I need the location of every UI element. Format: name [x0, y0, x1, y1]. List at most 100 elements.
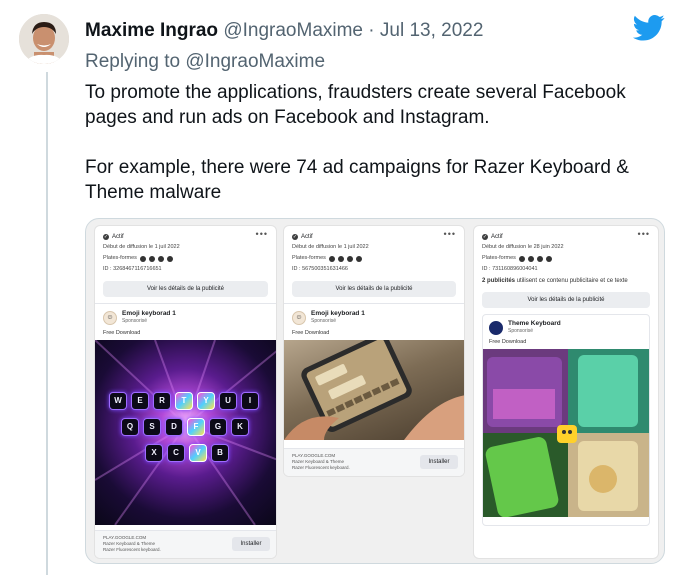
ad-id: ID : 567500351631466 [292, 266, 348, 272]
ad-card-1: ✓ Actif ••• Début de diffusion le 1 juil… [94, 225, 277, 559]
more-options-icon[interactable]: ••• [638, 229, 650, 239]
ad-footer: PLAY.GOOGLE.COM Razer Keyboard & Theme R… [95, 530, 276, 558]
twitter-bird-icon[interactable] [633, 14, 665, 42]
platforms-label: Plates-formes [103, 255, 137, 261]
page-name[interactable]: Emoji keyborad 1 [311, 310, 365, 318]
messenger-icon [166, 255, 173, 262]
active-check-icon: ✓ [103, 234, 109, 240]
facebook-icon [139, 255, 146, 262]
facebook-icon [518, 255, 525, 262]
audience-network-icon [157, 255, 164, 262]
keyboard-key-c: C [167, 444, 185, 462]
page-avatar-logo-icon [489, 320, 503, 335]
keyboard-key-b: B [211, 444, 229, 462]
keyboard-key-u: U [219, 392, 237, 410]
ad-card-3: ✓ Actif ••• Début de diffusion le 28 jui… [473, 225, 659, 559]
ad-preview: Theme Keyboard Sponsorisé Free Download [482, 314, 650, 526]
active-check-icon: ✓ [292, 234, 298, 240]
tweet-header: Maxime Ingrao @IngraoMaxime · Jul 13, 20… [85, 20, 483, 42]
ad-status: ✓ Actif [292, 232, 456, 242]
instagram-icon [527, 255, 534, 262]
reply-handle-link[interactable]: @IngraoMaxime [185, 51, 325, 72]
audience-network-icon [536, 255, 543, 262]
keyboard-key-d: D [165, 418, 183, 436]
ad-description: Free Download [292, 330, 330, 336]
ad-start-date: Début de diffusion le 1 juil 2022 [292, 244, 369, 250]
tweet-paragraph-2: For example, there were 74 ad campaigns … [85, 157, 629, 203]
facebook-icon [328, 255, 335, 262]
ad-description: Free Download [103, 330, 141, 336]
ad-status-label: Actif [112, 234, 124, 240]
ad-reuse-text: utilisent ce contenu publicitaire et ce … [516, 278, 628, 284]
ad-status-label: Actif [491, 234, 503, 240]
sponsored-label: Sponsorisé [311, 318, 337, 324]
ad-card-2: ✓ Actif ••• Début de diffusion le 1 juil… [283, 225, 465, 477]
ad-details-button[interactable]: Voir les détails de la publicité [292, 281, 456, 297]
keyboard-key-y: Y [197, 392, 215, 410]
more-options-icon[interactable]: ••• [444, 229, 456, 239]
sponsored-label: Sponsorisé [122, 318, 148, 324]
keyboard-key-i: I [241, 392, 259, 410]
keyboard-key-k: K [231, 418, 249, 436]
more-options-icon[interactable]: ••• [256, 229, 268, 239]
author-avatar[interactable] [19, 14, 69, 64]
ad-details-button[interactable]: Voir les détails de la publicité [482, 292, 650, 308]
ad-start-date: Début de diffusion le 1 juil 2022 [103, 244, 180, 250]
author-name[interactable]: Maxime Ingrao [85, 20, 218, 41]
reply-context: Replying to @IngraoMaxime [85, 51, 325, 73]
instagram-icon [148, 255, 155, 262]
instagram-icon [337, 255, 344, 262]
ad-status-label: Actif [301, 234, 313, 240]
thread-line [46, 72, 48, 575]
reply-prefix: Replying to [85, 51, 181, 72]
keyboard-key-x: X [145, 444, 163, 462]
phone-keyboard-ad-image [284, 340, 464, 440]
ad-id: ID : 731160896004041 [482, 266, 538, 272]
tweet-media-image[interactable]: ✓ Actif ••• Début de diffusion le 1 juil… [85, 218, 665, 564]
ad-reuse-info: 2 publicités utilisent ce contenu public… [482, 277, 650, 286]
platforms-label: Plates-formes [482, 255, 516, 261]
page-avatar-emoji-icon: ☺ [103, 310, 117, 325]
keyboard-key-g: G [209, 418, 227, 436]
keyboard-key-w: W [109, 392, 127, 410]
keyboard-ad-image: WERTYUI QSDFGK XCVB [95, 340, 276, 525]
sponsored-label: Sponsorisé [508, 328, 534, 334]
platforms-label: Plates-formes [292, 255, 326, 261]
avatar-photo [19, 14, 69, 64]
ad-reuse-count: 2 publicités [482, 278, 516, 284]
ad-footer: PLAY.GOOGLE.COM Razer Keyboard & Theme R… [284, 448, 464, 476]
page-avatar-emoji-icon: ☺ [292, 310, 306, 325]
keyboard-key-q: Q [121, 418, 139, 436]
install-button[interactable]: Installer [420, 455, 458, 469]
page-name[interactable]: Emoji keyborad 1 [122, 310, 176, 318]
keyboard-key-v: V [189, 444, 207, 462]
tweet-text: To promote the applications, fraudsters … [85, 80, 645, 230]
ad-status: ✓ Actif [482, 232, 650, 242]
ad-platforms: Plates-formes [103, 253, 268, 264]
tweet-date[interactable]: Jul 13, 2022 [380, 20, 484, 41]
active-check-icon: ✓ [482, 234, 488, 240]
ad-start-date: Début de diffusion le 28 juin 2022 [482, 244, 564, 250]
page-name[interactable]: Theme Keyboard [508, 320, 561, 328]
ad-platforms: Plates-formes [292, 253, 456, 264]
ad-platforms: Plates-formes [482, 253, 650, 264]
ad-details-button[interactable]: Voir les détails de la publicité [103, 281, 268, 297]
keyboard-key-r: R [153, 392, 171, 410]
install-button[interactable]: Installer [232, 537, 270, 551]
keyboard-key-t: T [175, 392, 193, 410]
ad-description: Free Download [489, 339, 527, 345]
ad-id: ID : 3268467116716651 [103, 266, 162, 272]
messenger-icon [545, 255, 552, 262]
tweet-paragraph-1: To promote the applications, fraudsters … [85, 82, 626, 128]
separator-dot: · [368, 20, 375, 41]
keyboard-key-e: E [131, 392, 149, 410]
audience-network-icon [346, 255, 353, 262]
ad-status: ✓ Actif [103, 232, 268, 242]
author-handle[interactable]: @IngraoMaxime [223, 20, 363, 41]
keyboard-key-s: S [143, 418, 161, 436]
theme-collage-image [483, 349, 649, 517]
theme-collage [483, 349, 649, 517]
messenger-icon [355, 255, 362, 262]
phone-in-hand-illustration [284, 340, 464, 440]
keyboard-key-f: F [187, 418, 205, 436]
